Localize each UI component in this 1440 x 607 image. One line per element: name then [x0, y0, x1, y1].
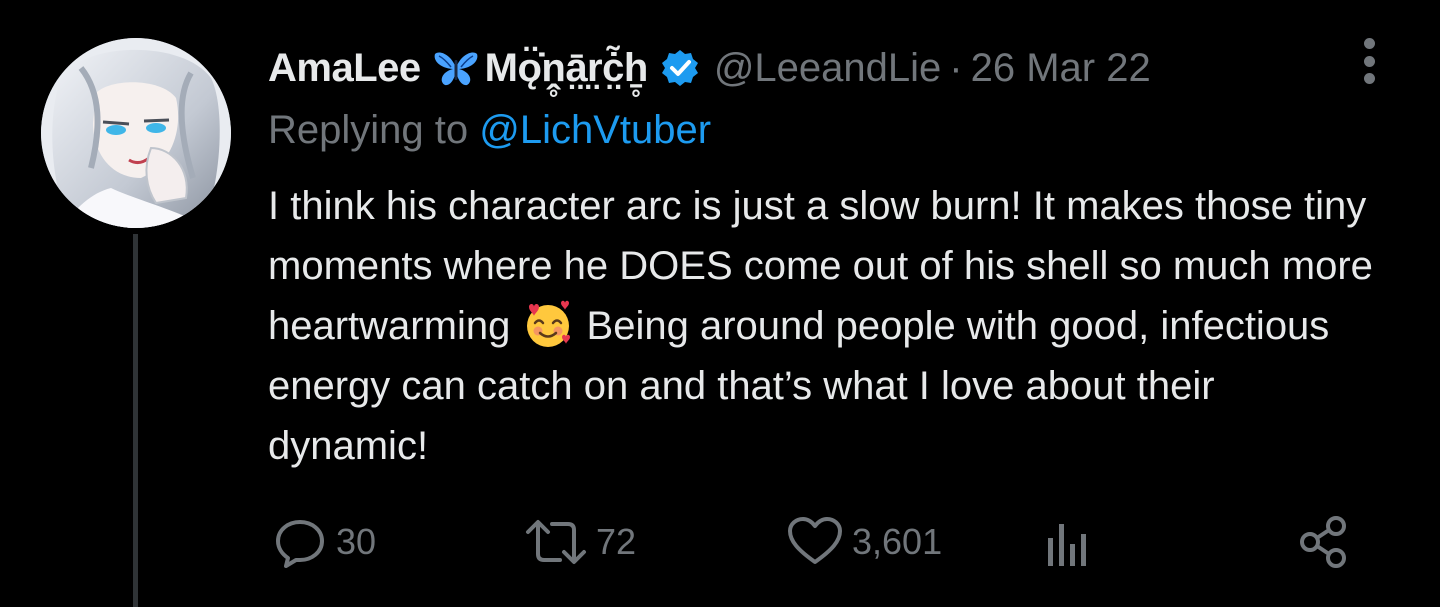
more-options-icon[interactable]	[1358, 38, 1380, 84]
avatar[interactable]	[41, 38, 231, 228]
reply-icon	[276, 520, 324, 568]
retweet-count: 72	[596, 521, 637, 562]
reply-button[interactable]: 30	[272, 512, 376, 572]
more-dot	[1363, 73, 1375, 84]
views-button[interactable]	[1044, 512, 1092, 572]
action-bar: 30 72 3,601	[0, 512, 1440, 572]
tweet-date[interactable]: 26 Mar 22	[971, 46, 1151, 91]
verified-badge-icon[interactable]	[660, 48, 700, 88]
share-button[interactable]	[1296, 512, 1352, 572]
tweet[interactable]: AmaLee Mǫ̈̇ṋ̥ā̤r̤ċ̤̃ẖ̥ @LeeandLie · 26 M…	[0, 0, 1440, 607]
more-dot	[1363, 55, 1375, 67]
like-count: 3,601	[852, 521, 943, 562]
author-handle[interactable]: @LeeandLie	[714, 46, 941, 91]
retweet-button[interactable]: 72	[524, 512, 636, 572]
butterfly-icon	[434, 52, 477, 86]
smiling-face-with-hearts-emoji-icon	[527, 300, 571, 347]
tweet-header: AmaLee Mǫ̈̇ṋ̥ā̤r̤ċ̤̃ẖ̥ @LeeandLie · 26 M…	[268, 42, 1151, 94]
tweet-text: I think his character arc is just a slow…	[268, 176, 1378, 476]
avatar-image	[41, 38, 231, 228]
analytics-icon	[1048, 524, 1086, 566]
display-name[interactable]: AmaLee	[268, 46, 421, 91]
heart-icon	[788, 517, 842, 564]
share-icon	[1300, 516, 1346, 568]
replying-to: Replying to @LichVtuber	[268, 108, 711, 153]
replying-prefix: Replying to	[268, 108, 480, 152]
retweet-icon	[526, 520, 586, 564]
replying-to-mention[interactable]: @LichVtuber	[479, 108, 711, 152]
like-button[interactable]: 3,601	[786, 512, 942, 572]
display-name-suffix: Mǫ̈̇ṋ̥ā̤r̤ċ̤̃ẖ̥	[484, 45, 649, 90]
header-separator: ·	[949, 45, 963, 90]
reply-count: 30	[336, 521, 377, 562]
more-dot	[1363, 38, 1375, 49]
